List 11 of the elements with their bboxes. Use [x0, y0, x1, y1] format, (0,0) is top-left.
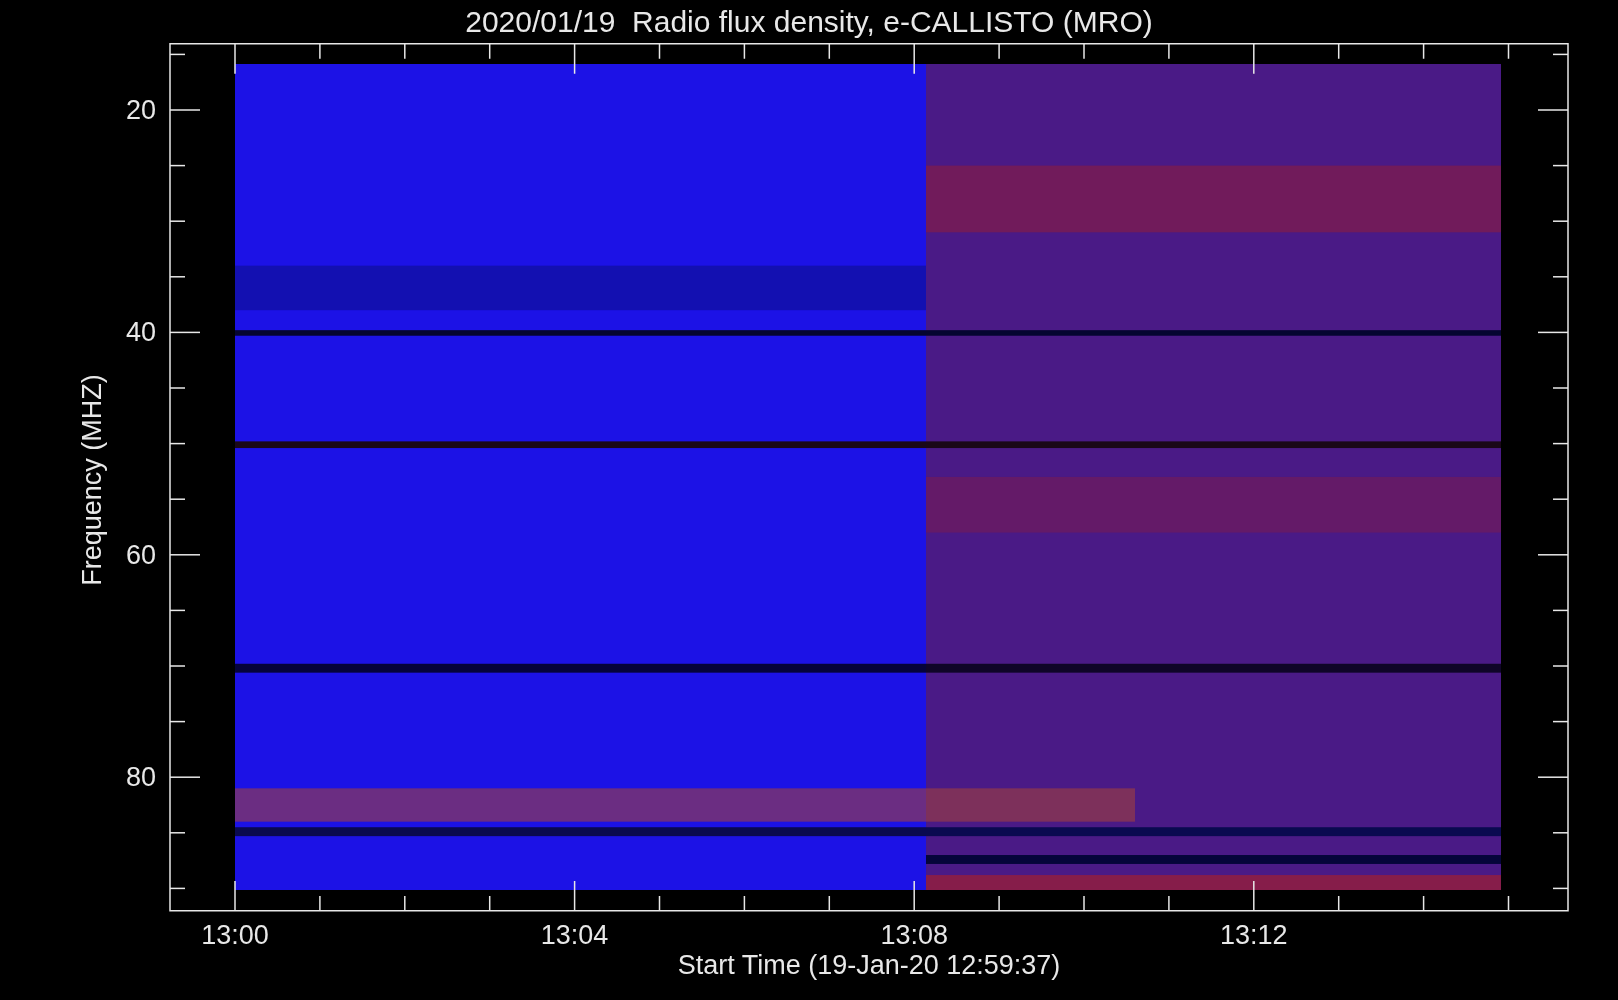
tick-label: 13:00 [201, 920, 269, 948]
x-axis-label: Start Time (19-Jan-20 12:59:37) [677, 949, 1061, 982]
tick-label: 20 [125, 95, 156, 125]
tick-label: 13:12 [1220, 920, 1288, 948]
y-axis-label: Frequency (MHZ) [77, 374, 107, 586]
chart-title: 2020/01/19 Radio flux density, e-CALLISTO (MRO) [465, 3, 1153, 40]
tick-label: 13:04 [540, 920, 609, 948]
tick-label: 40 [125, 317, 156, 348]
tick-label: 80 [125, 762, 156, 793]
tick-label: 13:08 [880, 920, 948, 948]
tick-label: 60 [125, 539, 156, 570]
